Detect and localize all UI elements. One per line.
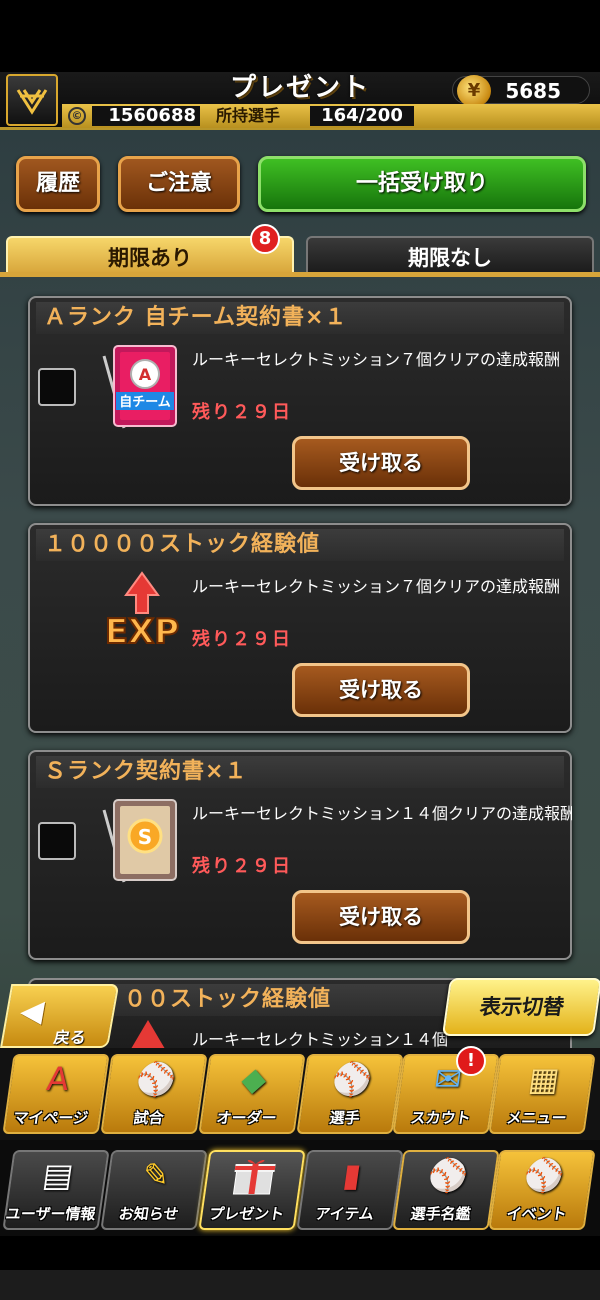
page-title: プレゼント (229, 73, 370, 103)
diamond-icon: ◆ (239, 1060, 270, 1098)
nav-menu[interactable]: ▦ メニュー (488, 1054, 596, 1134)
nav-label: プレゼント (207, 1205, 286, 1223)
present-card: １００００ストック経験値 EXP ルーキーセレクトミッション７個クリアの達成報酬… (28, 523, 572, 733)
coin-value: 5685 (505, 79, 561, 103)
nav-user-info[interactable]: ▤ ユーザー情報 (2, 1150, 110, 1230)
svg-text:A: A (139, 365, 152, 384)
back-button[interactable]: ◀ 戻る (0, 984, 120, 1048)
receive-all-button[interactable]: 一括受け取り (258, 156, 586, 212)
present-card: Ｓランク契約書×１ S ルーキーセレクトミッション１４個クリアの達成報酬 残り２… (28, 750, 572, 960)
app-root: プレゼント ¥ 5685 © 1560688 所持選手 164/200 履歴 ご… (0, 0, 600, 1300)
select-checkbox[interactable] (38, 822, 76, 860)
tab-no-limit[interactable]: 期限なし (306, 236, 594, 274)
info-bar: © 1560688 所持選手 164/200 (62, 104, 600, 128)
nav-label: 試合 (132, 1109, 165, 1127)
coin-balance[interactable]: ¥ 5685 (452, 75, 590, 107)
nav-order[interactable]: ◆ オーダー (198, 1054, 306, 1134)
exp-icon: EXP (94, 569, 184, 665)
players-value: 164/200 (310, 106, 414, 126)
nav-label: 選手名鑑 (409, 1205, 472, 1223)
nav-label: マイページ (12, 1109, 90, 1127)
history-button[interactable]: 履歴 (16, 156, 100, 212)
user-info-icon: ▤ (40, 1156, 76, 1194)
menu-icon: ▦ (526, 1060, 562, 1098)
team-emblem-icon[interactable] (6, 74, 58, 126)
notice-button[interactable]: ご注意 (118, 156, 240, 212)
nav-news[interactable]: ✎ お知らせ (100, 1150, 208, 1230)
icon-label: EXP (105, 612, 179, 652)
money-icon: © (68, 107, 86, 125)
mypage-icon: A (44, 1060, 72, 1098)
coin-icon: ¥ (457, 75, 491, 107)
nav-label: ユーザー情報 (4, 1205, 97, 1223)
nav-player-directory[interactable]: ⚾ 選手名鑑 (392, 1150, 500, 1230)
receive-button[interactable]: 受け取る (292, 890, 470, 944)
team-contract-icon: A 自チーム (98, 338, 188, 434)
item-description: ルーキーセレクトミッション７個クリアの達成報酬 (192, 577, 561, 596)
present-card: Ａランク 自チーム契約書×１ A 自チーム ルーキーセレクトミッション７個クリア… (28, 296, 572, 506)
nav-items[interactable]: ▮ アイテム (296, 1150, 404, 1230)
tab-underline (0, 272, 600, 277)
header-bar: プレゼント ¥ 5685 © 1560688 所持選手 164/200 (0, 72, 600, 130)
item-title: Ａランク 自チーム契約書×１ (36, 302, 564, 334)
player-icon: ⚾ (329, 1060, 375, 1098)
nav-label: イベント (505, 1205, 568, 1223)
item-title: １００００ストック経験値 (36, 529, 564, 561)
status-area (0, 0, 600, 72)
news-icon: ✎ (140, 1156, 173, 1194)
item-description: ルーキーセレクトミッション７個クリアの達成報酬 (192, 350, 561, 369)
event-icon: ⚾ (521, 1156, 567, 1194)
display-toggle-button[interactable]: 表示切替 (441, 978, 600, 1036)
nav-event[interactable]: ⚾ イベント (488, 1150, 596, 1230)
main-nav: A マイページ ⚾ 試合 ◆ オーダー ⚾ 選手 ✉ スカウト ▦ メニュー (0, 1048, 600, 1140)
count-badge: 8 (250, 224, 280, 254)
item-limit: 残り２９日 (192, 856, 292, 877)
back-arrow-icon: ◀ (17, 994, 47, 1029)
item-book-icon: ▮ (340, 1156, 364, 1194)
item-limit: 残り２９日 (192, 629, 292, 650)
icon-label: 自チーム (119, 394, 171, 410)
nav-label: オーダー (215, 1109, 278, 1127)
players-label: 所持選手 (216, 106, 281, 125)
item-description: ルーキーセレクトミッション１４個クリアの達成報酬 (192, 804, 572, 823)
nav-players[interactable]: ⚾ 選手 (296, 1054, 404, 1134)
alert-badge: ! (456, 1046, 486, 1076)
field-icon: ⚾ (133, 1060, 179, 1098)
money-value: 1560688 (92, 106, 200, 126)
nav-label: メニュー (505, 1109, 568, 1127)
batter-icon: ⚾ (425, 1156, 471, 1194)
system-nav-bar (0, 1270, 600, 1300)
gift-icon (204, 1156, 303, 1204)
icon-label: S (138, 825, 152, 849)
nav-label: アイテム (314, 1205, 376, 1223)
nav-label: 選手 (328, 1109, 361, 1127)
nav-label: お知らせ (117, 1205, 180, 1223)
receive-button[interactable]: 受け取る (292, 436, 470, 490)
receive-button[interactable]: 受け取る (292, 663, 470, 717)
select-checkbox[interactable] (38, 368, 76, 406)
nav-game[interactable]: ⚾ 試合 (100, 1054, 208, 1134)
s-contract-icon: S (98, 792, 188, 888)
back-label: 戻る (52, 1028, 88, 1047)
item-limit: 残り２９日 (192, 402, 292, 423)
nav-label: スカウト (409, 1109, 472, 1127)
nav-mypage[interactable]: A マイページ (2, 1054, 110, 1134)
nav-present[interactable]: プレゼント (198, 1150, 306, 1230)
sub-nav: ▤ ユーザー情報 ✎ お知らせ プレゼント ▮ アイテム ⚾ 選手名鑑 ⚾ イベ… (0, 1140, 600, 1236)
item-title: Ｓランク契約書×１ (36, 756, 564, 788)
